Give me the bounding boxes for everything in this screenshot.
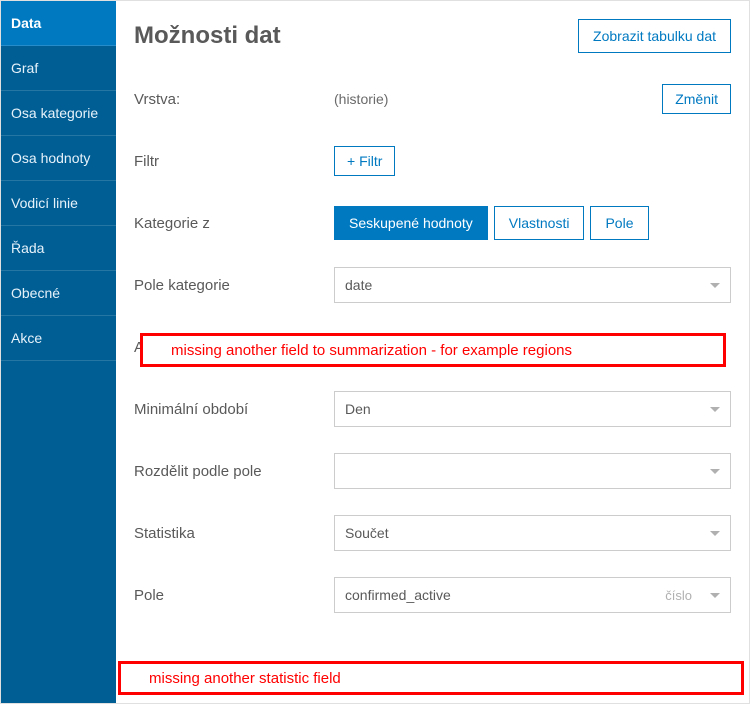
sidebar-item-label: Obecné bbox=[11, 285, 60, 301]
min-period-label: Minimální období bbox=[134, 401, 334, 418]
category-field-control: date bbox=[334, 267, 731, 303]
row-category-from: Kategorie z Seskupené hodnoty Vlastnosti… bbox=[134, 205, 731, 241]
show-table-button[interactable]: Zobrazit tabulku dat bbox=[578, 19, 731, 53]
split-by-select[interactable] bbox=[334, 453, 731, 489]
sidebar-item-rada[interactable]: Řada bbox=[1, 226, 116, 271]
sidebar-item-label: Osa hodnoty bbox=[11, 150, 90, 166]
analyze-toggle[interactable] bbox=[334, 336, 378, 358]
row-layer: Vrstva: (historie) Změnit bbox=[134, 81, 731, 117]
page-title: Možnosti dat bbox=[134, 22, 281, 50]
row-statistic: Statistika Součet bbox=[134, 515, 731, 551]
split-by-label: Rozdělit podle pole bbox=[134, 463, 334, 480]
seg-grouped-values[interactable]: Seskupené hodnoty bbox=[334, 206, 488, 240]
chevron-down-icon bbox=[710, 531, 720, 536]
field-type-hint: číslo bbox=[665, 588, 692, 603]
chevron-down-icon bbox=[710, 469, 720, 474]
field-select[interactable]: confirmed_active číslo bbox=[334, 577, 731, 613]
statistic-control: Součet bbox=[334, 515, 731, 551]
category-field-label: Pole kategorie bbox=[134, 277, 334, 294]
row-category-field: Pole kategorie date bbox=[134, 267, 731, 303]
sidebar-item-osa-kategorie[interactable]: Osa kategorie bbox=[1, 91, 116, 136]
field-label: Pole bbox=[134, 587, 334, 604]
add-filter-button[interactable]: + Filtr bbox=[334, 146, 395, 176]
filter-label: Filtr bbox=[134, 153, 334, 170]
layer-control: (historie) Změnit bbox=[334, 84, 731, 114]
analyze-label: Analyzovat data bbox=[134, 339, 334, 356]
seg-fields[interactable]: Pole bbox=[590, 206, 648, 240]
chevron-down-icon bbox=[710, 283, 720, 288]
sidebar-item-data[interactable]: Data bbox=[1, 1, 116, 46]
split-by-control bbox=[334, 453, 731, 489]
min-period-value: Den bbox=[345, 401, 702, 417]
sidebar-item-label: Graf bbox=[11, 60, 38, 76]
filter-control: + Filtr bbox=[334, 146, 731, 176]
statistic-label: Statistika bbox=[134, 525, 334, 542]
app-root: Data Graf Osa kategorie Osa hodnoty Vodi… bbox=[0, 0, 750, 704]
row-filter: Filtr + Filtr bbox=[134, 143, 731, 179]
main-panel: Možnosti dat Zobrazit tabulku dat Vrstva… bbox=[116, 1, 749, 703]
sidebar-item-label: Data bbox=[11, 15, 41, 31]
sidebar-item-label: Řada bbox=[11, 240, 44, 256]
statistic-select[interactable]: Součet bbox=[334, 515, 731, 551]
row-field: Pole confirmed_active číslo bbox=[134, 577, 731, 613]
sidebar: Data Graf Osa kategorie Osa hodnoty Vodi… bbox=[1, 1, 116, 703]
row-analyze: Analyzovat data bbox=[134, 329, 731, 365]
min-period-select[interactable]: Den bbox=[334, 391, 731, 427]
row-min-period: Minimální období Den bbox=[134, 391, 731, 427]
analyze-control bbox=[334, 336, 731, 358]
sidebar-item-obecne[interactable]: Obecné bbox=[1, 271, 116, 316]
toggle-knob bbox=[358, 338, 376, 356]
sidebar-item-label: Akce bbox=[11, 330, 42, 346]
row-split-by: Rozdělit podle pole bbox=[134, 453, 731, 489]
change-layer-button[interactable]: Změnit bbox=[662, 84, 731, 114]
category-from-control: Seskupené hodnoty Vlastnosti Pole bbox=[334, 206, 731, 240]
layer-label: Vrstva: bbox=[134, 91, 334, 108]
field-control: confirmed_active číslo bbox=[334, 577, 731, 613]
sidebar-item-vodici-linie[interactable]: Vodicí linie bbox=[1, 181, 116, 226]
layer-value: (historie) bbox=[334, 91, 388, 107]
statistic-value: Součet bbox=[345, 525, 702, 541]
chevron-down-icon bbox=[710, 593, 720, 598]
sidebar-item-osa-hodnoty[interactable]: Osa hodnoty bbox=[1, 136, 116, 181]
sidebar-item-graf[interactable]: Graf bbox=[1, 46, 116, 91]
seg-properties[interactable]: Vlastnosti bbox=[494, 206, 585, 240]
category-from-label: Kategorie z bbox=[134, 215, 334, 232]
sidebar-item-label: Vodicí linie bbox=[11, 195, 78, 211]
field-value: confirmed_active bbox=[345, 587, 665, 603]
chevron-down-icon bbox=[710, 407, 720, 412]
sidebar-item-akce[interactable]: Akce bbox=[1, 316, 116, 361]
sidebar-item-label: Osa kategorie bbox=[11, 105, 98, 121]
category-field-select[interactable]: date bbox=[334, 267, 731, 303]
header: Možnosti dat Zobrazit tabulku dat bbox=[134, 19, 731, 53]
category-field-value: date bbox=[345, 277, 702, 293]
min-period-control: Den bbox=[334, 391, 731, 427]
